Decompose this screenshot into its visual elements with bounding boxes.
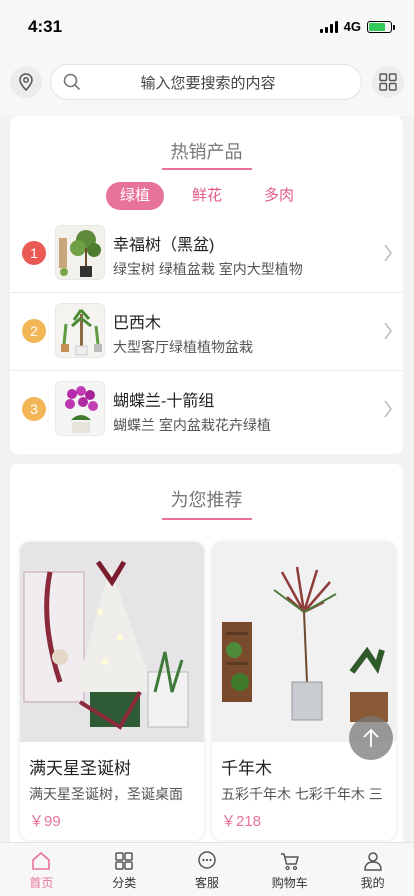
status-bar: 4:31 4G [0,0,414,54]
rank-badge: 3 [22,397,46,421]
category-grid-button[interactable] [372,66,404,98]
chat-bubble-icon [198,851,216,869]
network-type: 4G [343,19,361,34]
tab-profile[interactable]: 我的 [331,843,414,896]
rank-badge: 1 [22,241,46,265]
tab-service[interactable]: 客服 [166,843,249,896]
grid-icon [379,73,397,91]
search-header: 输入您要搜索的内容 [0,54,414,116]
hot-product-row[interactable]: 2 巴西木 大型客厅绿植植物盆栽 [10,293,403,371]
recommend-section: 为您推荐 满天星圣诞树 满天星圣诞树，圣诞桌面 ￥99 千年木 五彩千年木 七彩… [10,464,403,844]
product-thumbnail [55,225,105,280]
product-name: 幸福树（黑盆) [113,237,215,254]
title-underline [162,518,252,520]
status-indicators: 4G [319,19,395,34]
hot-products-section: 热销产品 绿植 鲜花 多肉 1 幸福树（黑盆) 绿宝树 绿植盆栽 室内大型植物 [10,116,403,454]
search-placeholder: 输入您要搜索的内容 [140,74,276,92]
back-to-top-button[interactable] [349,716,393,760]
tab-home[interactable]: 首页 [0,843,83,896]
chevron-right-icon [384,244,392,262]
status-time: 4:31 [28,17,63,36]
recommend-item[interactable]: 千年木 五彩千年木 七彩千年木 三 ￥218 [212,542,396,840]
tab-succulents[interactable]: 多肉 [250,182,308,210]
tab-profile-label: 我的 [360,876,385,890]
recommend-title: 为您推荐 [170,490,243,510]
chevron-right-icon [384,322,392,340]
home-icon [32,852,51,870]
tab-service-label: 客服 [194,876,219,890]
hot-product-row[interactable]: 1 幸福树（黑盆) 绿宝树 绿植盆栽 室内大型植物 [10,215,403,293]
tab-flowers[interactable]: 鲜花 [178,182,236,210]
product-price: ￥218 [221,813,262,830]
product-description: 绿宝树 绿植盆栽 室内大型植物 [113,261,303,277]
title-underline [162,168,252,170]
product-description: 蝴蝶兰 室内盆栽花卉绿植 [113,417,271,433]
tab-home-label: 首页 [29,876,54,890]
rank-badge: 2 [22,319,46,343]
tab-category-label: 分类 [112,876,137,890]
chevron-right-icon [384,400,392,418]
tab-category[interactable]: 分类 [83,843,166,896]
product-description: 五彩千年木 七彩千年木 三 [221,786,383,802]
bottom-tab-bar: 首页 分类 客服 购物车 我的 [0,842,414,896]
product-thumbnail [55,303,105,358]
tab-cart[interactable]: 购物车 [248,843,331,896]
hot-tabs: 绿植 鲜花 多肉 [10,182,403,210]
product-name: 满天星圣诞树 [29,759,131,778]
tab-cart-label: 购物车 [271,876,308,890]
search-input[interactable]: 输入您要搜索的内容 [50,64,362,100]
product-name: 巴西木 [113,315,162,332]
signal-icon [319,20,338,33]
recommend-item[interactable]: 满天星圣诞树 满天星圣诞树，圣诞桌面 ￥99 [20,542,204,840]
location-pin-icon [19,73,33,91]
search-icon [63,73,80,90]
tab-green-plants[interactable]: 绿植 [106,182,164,210]
category-icon [115,852,133,870]
location-button[interactable] [10,66,42,98]
product-image [212,542,396,742]
cart-icon [280,853,299,871]
product-name: 蝴蝶兰-十箭组 [113,393,215,410]
battery-icon [367,20,395,33]
product-image [20,542,204,742]
product-thumbnail [55,381,105,436]
product-description: 大型客厅绿植植物盆栽 [113,339,253,355]
hot-products-title: 热销产品 [170,142,243,162]
user-icon [363,852,382,871]
hot-product-row[interactable]: 3 蝴蝶兰-十箭组 蝴蝶兰 室内盆栽花卉绿植 [10,371,403,449]
product-description: 满天星圣诞树，圣诞桌面 [29,786,183,802]
arrow-up-icon [363,728,379,747]
product-price: ￥99 [29,813,61,830]
product-name: 千年木 [221,759,272,778]
